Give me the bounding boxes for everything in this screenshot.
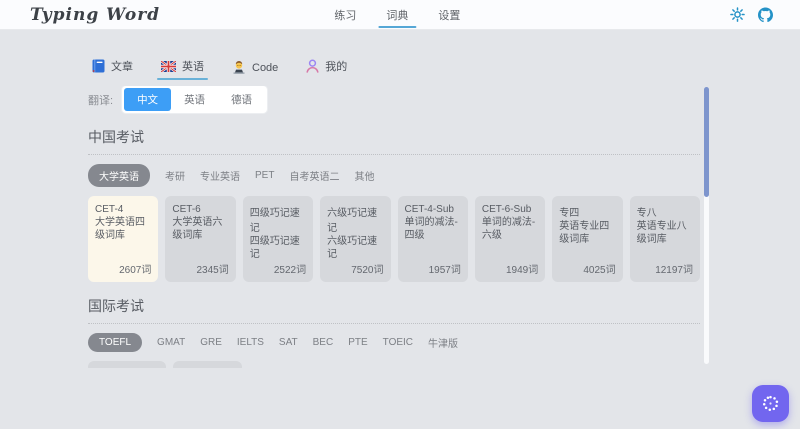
dictionary-cards: ZhangHongYa 的TOEFL词... TOEFL 托福考试常见词 bbox=[88, 361, 700, 368]
tab-label: 我的 bbox=[325, 61, 348, 73]
dict-card-cet6-sub[interactable]: CET-6-Sub 单词的减法-六级 1949词 bbox=[474, 196, 546, 282]
tab-english[interactable]: 英语 bbox=[157, 56, 208, 80]
filter-pill-kaoyan[interactable]: 考研 bbox=[165, 168, 185, 183]
card-word-count: 2607词 bbox=[119, 265, 152, 276]
app-logo: Typing Word bbox=[30, 4, 161, 25]
section-china-exams: 中国考试 大学英语 考研 专业英语 PET 自考英语二 其他 CET-4 大学英… bbox=[88, 127, 700, 282]
card-title: CET-4-Sub bbox=[404, 204, 454, 215]
filter-pill-other[interactable]: 其他 bbox=[354, 168, 374, 183]
filter-pill-self-study[interactable]: 自考英语二 bbox=[289, 168, 339, 183]
translate-label: 翻译: bbox=[88, 94, 114, 107]
dict-card-toefl-common[interactable]: TOEFL 托福考试常见词 bbox=[172, 361, 243, 368]
card-desc: 单词的减法-四级 bbox=[404, 217, 458, 241]
github-icon[interactable] bbox=[758, 7, 773, 22]
translate-segmented-control: 中文 英语 德语 bbox=[122, 86, 268, 113]
tab-code[interactable]: Code bbox=[228, 59, 282, 80]
card-word-count: 4025词 bbox=[583, 265, 616, 276]
section-title: 中国考试 bbox=[88, 129, 144, 145]
main-area: 文章 英语 Code 我的 翻译: 中文 英语 德语 中国考试 大学英语 考研 … bbox=[0, 30, 800, 429]
app-header: Typing Word 练习 词典 设置 bbox=[0, 0, 800, 30]
translate-option-chinese[interactable]: 中文 bbox=[124, 88, 172, 111]
dict-card-cet4[interactable]: CET-4 大学英语四级词库 2607词 bbox=[88, 196, 159, 282]
tab-articles[interactable]: 文章 bbox=[88, 56, 137, 80]
filter-pill-bec[interactable]: BEC bbox=[313, 337, 334, 348]
nav-item-label: 词典 bbox=[386, 9, 409, 22]
card-desc: 大学英语六级词库 bbox=[172, 217, 223, 241]
header-icons bbox=[730, 0, 773, 29]
card-title: 专八 bbox=[636, 208, 657, 219]
nav-item-settings[interactable]: 设置 bbox=[436, 0, 462, 29]
uk-flag-icon bbox=[161, 60, 176, 72]
scrollbar-track[interactable] bbox=[704, 87, 709, 364]
filter-pill-pet[interactable]: PET bbox=[255, 170, 274, 181]
card-desc: 大学英语四级词库 bbox=[95, 217, 145, 241]
card-desc: 英语专业八级词库 bbox=[636, 221, 687, 245]
card-title: 六级巧记速记 bbox=[327, 208, 378, 234]
card-desc: 单词的减法-六级 bbox=[481, 217, 536, 241]
dict-card-tem4[interactable]: 专四 英语专业四级词库 4025词 bbox=[552, 196, 623, 282]
dict-card-tem8[interactable]: 专八 英语专业八级词库 12197词 bbox=[629, 196, 700, 282]
scrollbar-thumb[interactable] bbox=[704, 87, 709, 197]
nav-item-label: 练习 bbox=[334, 9, 357, 22]
dictionary-cards: CET-4 大学英语四级词库 2607词 CET-6 大学英语六级词库 2345… bbox=[88, 196, 700, 282]
filter-pill-college-english[interactable]: 大学英语 bbox=[88, 164, 150, 187]
filter-pill-gre[interactable]: GRE bbox=[200, 337, 222, 348]
nav-item-dictionary[interactable]: 词典 bbox=[378, 0, 417, 29]
filter-pill-sat[interactable]: SAT bbox=[279, 337, 298, 348]
filter-pill-oxford[interactable]: 牛津版 bbox=[428, 335, 458, 350]
dictionary-tabs: 文章 英语 Code 我的 bbox=[88, 56, 700, 80]
dict-card-cet4-quick[interactable]: 四级巧记速记 四级巧记速记 2522词 bbox=[242, 196, 314, 282]
floating-settings-button[interactable] bbox=[752, 385, 789, 422]
theme-sun-icon[interactable] bbox=[730, 7, 745, 22]
dict-card-cet6-quick[interactable]: 六级巧记速记 六级巧记速记 7520词 bbox=[320, 196, 391, 282]
dotted-divider bbox=[88, 154, 700, 155]
nav-item-label: 设置 bbox=[438, 9, 461, 22]
person-icon bbox=[306, 59, 319, 73]
dict-card-zhanghongya-toefl[interactable]: ZhangHongYa 的TOEFL词... bbox=[88, 361, 166, 368]
dotted-ring-icon bbox=[762, 395, 779, 411]
translate-option-german[interactable]: 德语 bbox=[218, 88, 265, 111]
card-title: 四级巧记速记 bbox=[249, 208, 300, 234]
dotted-divider bbox=[88, 323, 700, 324]
card-word-count: 2345词 bbox=[196, 265, 229, 276]
top-nav: 练习 词典 设置 bbox=[332, 0, 462, 29]
translate-option-english[interactable]: 英语 bbox=[171, 88, 218, 111]
dictionary-scroll-area: 翻译: 中文 英语 德语 中国考试 大学英语 考研 专业英语 PET 自考英语二… bbox=[88, 86, 700, 368]
section-title: 国际考试 bbox=[88, 298, 144, 314]
filter-pills: 大学英语 考研 专业英语 PET 自考英语二 其他 bbox=[88, 164, 700, 187]
section-international-exams: 国际考试 TOEFL GMAT GRE IELTS SAT BEC PTE TO… bbox=[88, 296, 700, 368]
nav-active-underline bbox=[378, 26, 417, 28]
filter-pill-gmat[interactable]: GMAT bbox=[157, 337, 185, 348]
translate-row: 翻译: 中文 英语 德语 bbox=[88, 86, 700, 113]
dict-card-cet6[interactable]: CET-6 大学英语六级词库 2345词 bbox=[165, 196, 236, 282]
card-desc: 英语专业四级词库 bbox=[559, 221, 610, 245]
card-word-count: 2522词 bbox=[273, 265, 307, 276]
card-word-count: 7520词 bbox=[351, 265, 384, 276]
card-desc: 四级巧记速记 bbox=[249, 236, 300, 260]
technologist-icon bbox=[233, 61, 245, 74]
filter-pills: TOEFL GMAT GRE IELTS SAT BEC PTE TOEIC 牛… bbox=[88, 333, 700, 352]
filter-pill-toeic[interactable]: TOEIC bbox=[383, 337, 413, 348]
card-word-count: 12197词 bbox=[655, 265, 693, 276]
tab-label: 文章 bbox=[111, 61, 133, 73]
card-title: CET-4 bbox=[95, 204, 124, 215]
tab-active-underline bbox=[157, 78, 208, 80]
filter-pill-ielts[interactable]: IELTS bbox=[237, 337, 264, 348]
card-title: CET-6-Sub bbox=[481, 204, 532, 215]
tab-label: 英语 bbox=[182, 61, 204, 73]
card-title: CET-6 bbox=[172, 204, 201, 215]
tab-label: Code bbox=[252, 61, 279, 74]
card-title: 专四 bbox=[559, 208, 580, 219]
card-word-count: 1957词 bbox=[428, 265, 461, 276]
tab-mine[interactable]: 我的 bbox=[302, 56, 351, 80]
dict-card-cet4-sub[interactable]: CET-4-Sub 单词的减法-四级 1957词 bbox=[397, 196, 468, 282]
filter-pill-major-english[interactable]: 专业英语 bbox=[200, 168, 240, 183]
card-desc: 六级巧记速记 bbox=[327, 236, 378, 260]
filter-pill-pte[interactable]: PTE bbox=[348, 337, 367, 348]
book-icon bbox=[92, 59, 105, 73]
card-word-count: 1949词 bbox=[506, 265, 539, 276]
nav-item-practice[interactable]: 练习 bbox=[332, 0, 358, 29]
filter-pill-toefl[interactable]: TOEFL bbox=[88, 333, 143, 352]
